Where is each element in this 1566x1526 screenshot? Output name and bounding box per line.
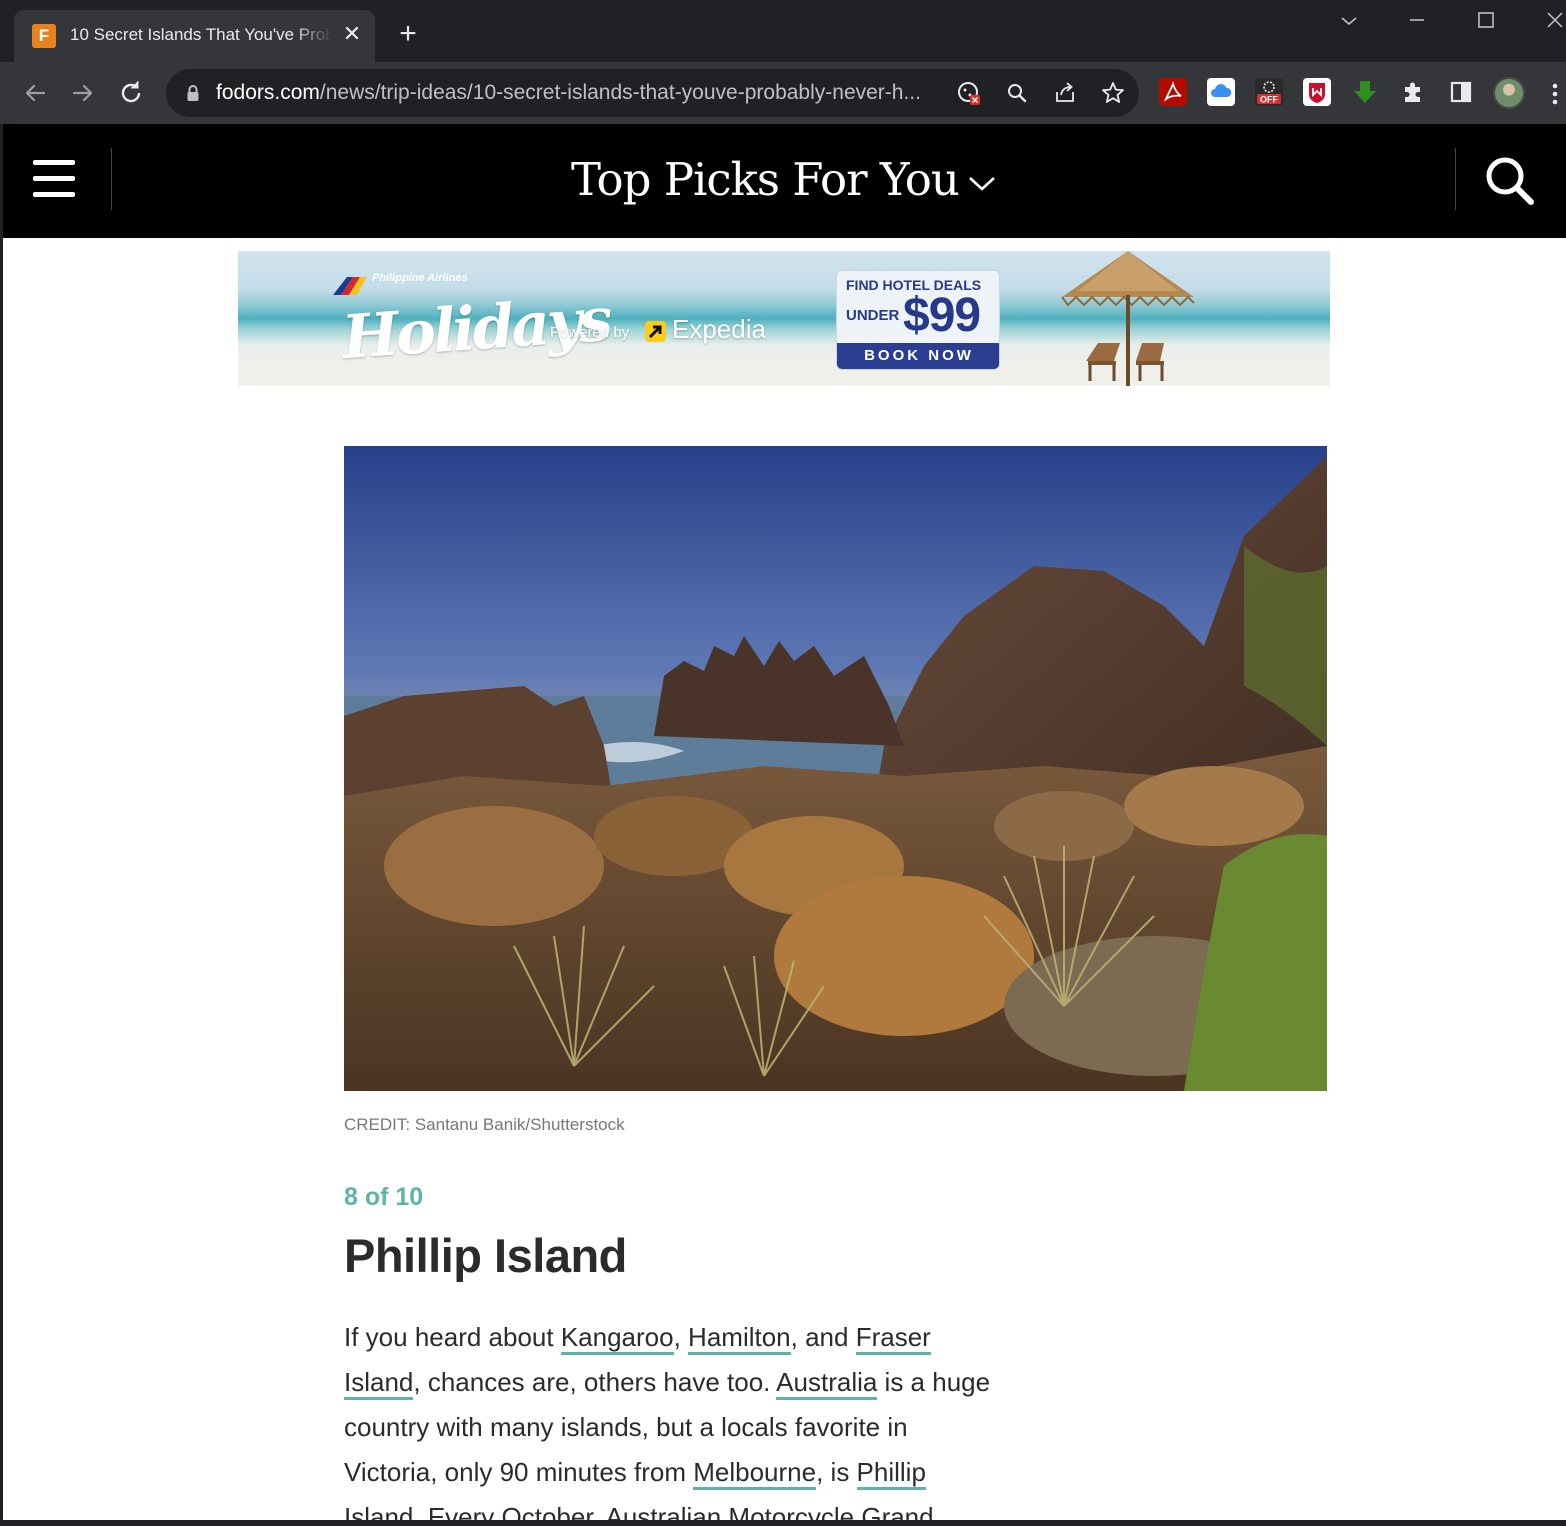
hamburger-menu-icon[interactable] (33, 160, 75, 198)
expedia-logo-icon (645, 321, 666, 342)
beach-umbrella-illustration (1061, 251, 1195, 386)
tab-close-icon[interactable]: ✕ (340, 22, 364, 46)
browser-tab-active[interactable]: F 10 Secret Islands That You've Probably… (14, 10, 375, 62)
site-header: Top Picks For You (3, 124, 1566, 238)
acrobat-extension-icon[interactable] (1159, 78, 1187, 106)
url-path: /news/trip-ideas/10-secret-islands-that-… (319, 81, 921, 104)
philippine-airlines-logo (333, 277, 367, 295)
forward-arrow-icon[interactable] (66, 76, 100, 110)
share-icon[interactable] (1052, 80, 1078, 106)
browser-toolbar: fodors.com/news/trip-ideas/10-secret-isl… (0, 62, 1566, 124)
link-hamilton[interactable]: Hamilton (688, 1322, 791, 1355)
fodors-favicon-icon: F (32, 24, 56, 48)
body-text-segment: . Every October, Australian Motorcycle G… (413, 1502, 934, 1520)
ad-powered-by: Powered by (550, 324, 630, 341)
cookie-blocked-icon[interactable] (956, 80, 982, 106)
svg-text:OFF: OFF (1260, 95, 1278, 105)
body-text-segment: If you heard about (344, 1322, 561, 1352)
link-kangaroo[interactable]: Kangaroo (560, 1322, 674, 1355)
minimize-window-icon[interactable] (1402, 6, 1432, 36)
back-arrow-icon[interactable] (18, 76, 52, 110)
side-panel-icon[interactable] (1447, 78, 1475, 106)
top-picks-dropdown[interactable]: Top Picks For You (563, 152, 1023, 212)
download-arrow-extension-icon[interactable] (1351, 78, 1379, 106)
address-bar[interactable]: fodors.com/news/trip-ideas/10-secret-isl… (166, 69, 1139, 117)
tab-title: 10 Secret Islands That You've Probably N… (70, 25, 332, 44)
url-text[interactable]: fodors.com/news/trip-ideas/10-secret-isl… (216, 81, 946, 105)
article-body: If you heard about Kangaroo, Hamilton, a… (344, 1315, 1004, 1520)
body-text-segment: , is (816, 1457, 857, 1487)
ad-airline-name: Philippine Airlines (372, 272, 468, 284)
tab-search-chevron-icon[interactable] (1334, 6, 1364, 36)
page-viewport: Top Picks For You Philippine Airlines Ho… (3, 124, 1566, 1520)
extensions-puzzle-icon[interactable] (1399, 78, 1427, 106)
reload-icon[interactable] (114, 76, 148, 110)
lock-icon[interactable] (186, 84, 200, 102)
ad-expedia-wordmark: Expedia (672, 314, 766, 344)
article-title: Phillip Island (344, 1229, 627, 1282)
body-text-segment: , and (790, 1322, 856, 1352)
header-title: Top Picks For You (571, 153, 960, 206)
mcafee-extension-icon[interactable] (1303, 78, 1331, 106)
header-divider-left (111, 148, 112, 210)
ad-deal-box[interactable]: FIND HOTEL DEALS UNDER $99 BOOK NOW (836, 270, 1000, 370)
phillip-island-photo (344, 446, 1327, 1091)
slide-counter: 8 of 10 (344, 1183, 424, 1211)
search-icon[interactable] (1483, 154, 1535, 206)
browser-menu-icon[interactable] (1548, 79, 1562, 109)
body-text-segment: , (673, 1322, 689, 1352)
icloud-extension-icon[interactable] (1207, 78, 1235, 106)
bookmark-star-icon[interactable] (1100, 80, 1126, 106)
body-text-segment: , chances are, others have too. (413, 1367, 777, 1397)
url-host: fodors.com (216, 81, 320, 104)
link-melbourne[interactable]: Melbourne (693, 1457, 817, 1490)
header-divider-right (1455, 148, 1456, 210)
ad-banner[interactable]: Philippine Airlines Holidays Powered by … (238, 251, 1330, 386)
ad-deal-under: UNDER (846, 307, 900, 324)
chevron-down-icon (967, 174, 997, 194)
rakuten-off-extension-icon[interactable]: OFF (1255, 78, 1283, 106)
profile-avatar[interactable] (1493, 77, 1525, 109)
ad-deal-price: $99 (903, 289, 981, 342)
new-tab-button[interactable]: + (393, 19, 423, 50)
link-australia[interactable]: Australia (776, 1367, 878, 1400)
browser-tabstrip: F 10 Secret Islands That You've Probably… (0, 0, 1566, 62)
photo-credit: CREDIT: Santanu Banik/Shutterstock (344, 1115, 625, 1134)
ad-book-now-button[interactable]: BOOK NOW (837, 343, 999, 369)
zoom-icon[interactable] (1004, 80, 1030, 106)
maximize-window-icon[interactable] (1471, 6, 1501, 36)
close-window-icon[interactable] (1540, 6, 1566, 36)
